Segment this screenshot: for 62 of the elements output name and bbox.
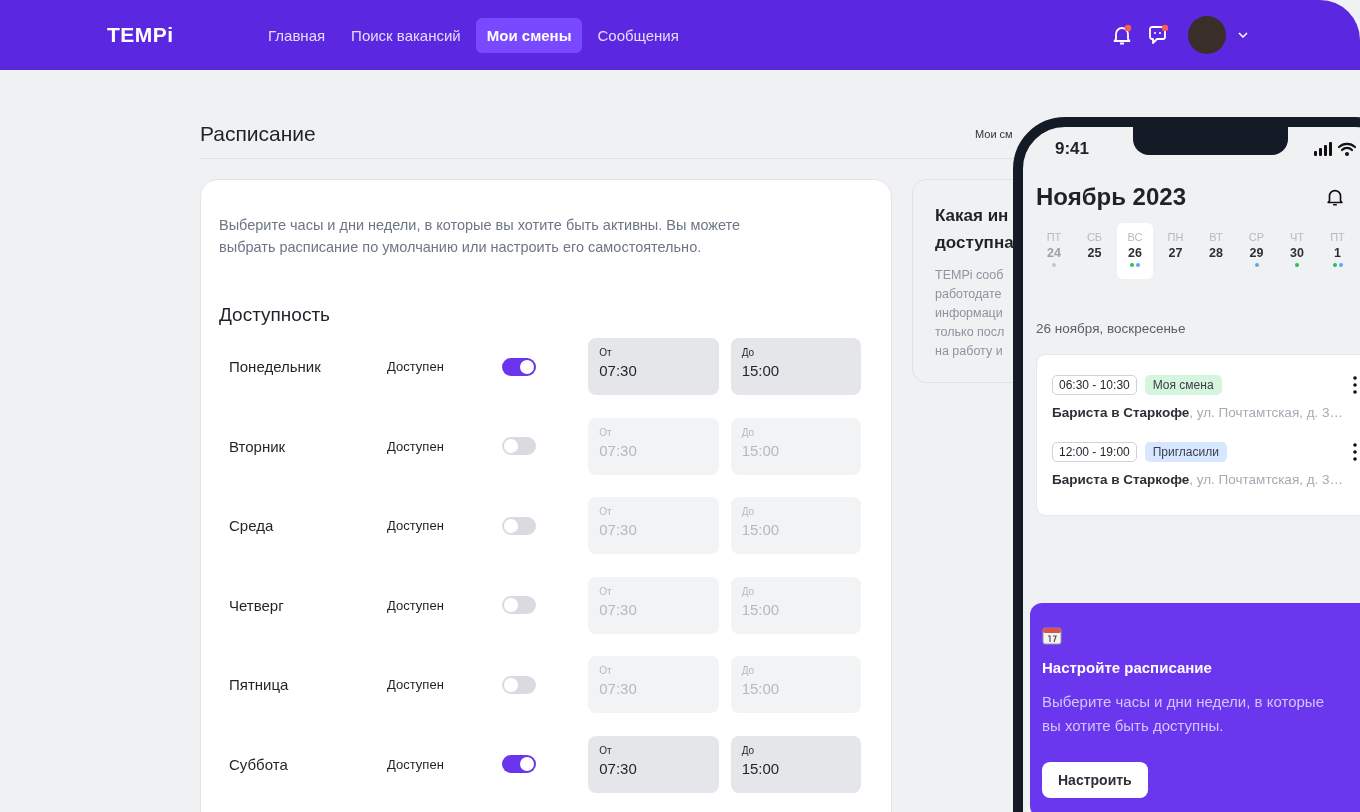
date-heading: 26 ноября, воскресенье	[1036, 321, 1187, 336]
page-title: Расписание	[200, 122, 317, 146]
time-to-field[interactable]: До 15:00	[730, 735, 861, 793]
time-to-field[interactable]: До 15:00	[730, 338, 861, 395]
shift-description: Бариста в Старкофе, ул. Почтамтская, д. 3…	[1052, 405, 1345, 420]
chevron-down-icon[interactable]	[1238, 32, 1248, 38]
day-name: Пятница	[228, 676, 290, 693]
nav-link[interactable]: Сообщения	[586, 17, 690, 53]
toggle-switch[interactable]	[502, 675, 537, 694]
info-title: Какая ин	[935, 205, 1009, 227]
day-name: Суббота	[228, 755, 289, 773]
info-text: на работу и	[935, 343, 1003, 360]
calendar-day[interactable]: ВС 26	[1117, 223, 1153, 279]
status-tag: Пригласили	[1144, 442, 1227, 462]
status-label: Доступен	[387, 677, 445, 692]
calendar-day[interactable]: СБ 25	[1076, 223, 1113, 279]
nav-link[interactable]: Мои смены	[475, 17, 583, 53]
time-range-chip: 12:00 - 19:00	[1052, 442, 1137, 462]
toggle-switch[interactable]	[502, 357, 537, 376]
calendar-day[interactable]: ВТ 28	[1198, 223, 1234, 279]
calendar-day[interactable]: ЧТ 30	[1279, 223, 1315, 279]
section-title: Доступность	[219, 304, 331, 326]
more-options-icon[interactable]	[1353, 376, 1357, 394]
time-range-chip: 06:30 - 10:30	[1052, 375, 1137, 395]
time-from-field[interactable]: От 07:30	[588, 338, 719, 395]
day-name: Четверг	[228, 596, 285, 614]
toggle-switch[interactable]	[502, 755, 537, 773]
toggle-switch[interactable]	[502, 596, 537, 614]
status-label: Доступен	[387, 597, 445, 613]
status-label: Доступен	[387, 438, 445, 454]
promo-title: Настройте расписание	[1042, 659, 1212, 676]
shift-description: Бариста в Старкофе, ул. Почтамтская, д. 3…	[1052, 472, 1345, 487]
setup-button[interactable]: Настроить	[1042, 762, 1148, 798]
info-text: информаци	[935, 305, 1003, 322]
calendar-day[interactable]: СР 29	[1238, 223, 1275, 279]
status-label: Доступен	[387, 518, 445, 533]
status-label: Доступен	[387, 359, 445, 374]
brand-logo[interactable]: TEMPi	[107, 23, 257, 47]
nav-link[interactable]: Поиск вакансий	[340, 17, 472, 53]
chat-icon[interactable]	[1146, 23, 1170, 47]
toggle-switch[interactable]	[502, 516, 537, 535]
status-time: 9:41	[1055, 139, 1090, 159]
month-title: Ноябрь 2023	[1036, 183, 1187, 211]
status-label: Доступен	[387, 756, 445, 772]
day-name: Понедельник	[228, 358, 322, 375]
status-tag: Моя смена	[1144, 375, 1222, 395]
time-from-field[interactable]: От 07:30	[588, 735, 719, 793]
calendar-day[interactable]: ПН 27	[1157, 223, 1194, 279]
info-text: TEMPi сооб	[935, 267, 1004, 284]
description-text: Выберите часы и дни недели, в которые вы хотите быть активны. Вы можете выбрать расписание по умолчанию или настроить его самостоятельно.	[219, 216, 742, 257]
info-text: работодате	[935, 286, 1002, 303]
nav-link[interactable]: Главная	[257, 17, 337, 53]
toggle-switch[interactable]	[502, 437, 537, 455]
info-title: доступна	[935, 232, 1014, 254]
more-options-icon[interactable]	[1353, 443, 1357, 461]
calendar-icon	[1042, 625, 1062, 645]
day-name: Вторник	[228, 437, 287, 455]
tab-link[interactable]: Мои см	[975, 128, 1013, 140]
info-text: только посл	[935, 324, 1005, 341]
day-name: Среда	[228, 517, 275, 534]
calendar-day[interactable]: ПТ 1	[1319, 223, 1356, 279]
promo-text: Выберите часы и дни недели, в которые вы хотите быть доступны.	[1042, 692, 1325, 736]
